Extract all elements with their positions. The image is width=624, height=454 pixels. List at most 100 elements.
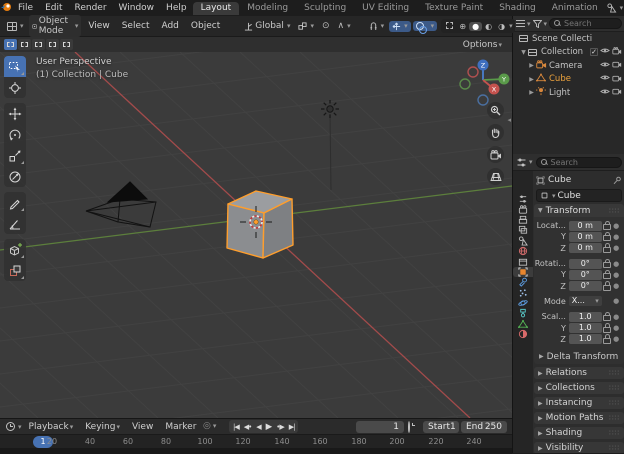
tab-scene[interactable] <box>513 236 533 246</box>
timeline-view-menu[interactable]: View <box>127 422 158 432</box>
disable-render-icon[interactable] <box>611 87 623 98</box>
workspace-tab-modeling[interactable]: Modeling <box>239 2 296 15</box>
scene-selector[interactable]: ▾ Scene × <box>606 2 624 14</box>
relations-panel[interactable]: ▶ Relations ∷∷ <box>534 366 624 380</box>
properties-editor-type-button[interactable]: ▾ <box>516 157 533 168</box>
visibility-panel[interactable]: ▶ Visibility ∷∷ <box>534 441 624 453</box>
workspace-tab-texture-paint[interactable]: Texture Paint <box>417 2 491 15</box>
properties-search[interactable] <box>535 156 622 168</box>
properties-search-input[interactable] <box>550 157 617 167</box>
lock-icon[interactable] <box>602 334 612 344</box>
outliner-row-scene-collection[interactable]: Scene Collecti <box>513 32 624 46</box>
jump-to-end-button[interactable]: ▶| <box>287 423 297 431</box>
menu-file[interactable]: File <box>12 3 39 13</box>
shading-rendered-button[interactable]: ◑ <box>495 22 508 31</box>
blender-logo-icon[interactable] <box>0 2 12 15</box>
menu-view[interactable]: View <box>83 21 114 31</box>
gizmo-axis-y-neg[interactable] <box>459 78 471 90</box>
tab-constraints[interactable] <box>513 308 533 318</box>
shading-wireframe-button[interactable]: ⊕ <box>456 22 469 31</box>
tab-object-data[interactable] <box>513 319 533 329</box>
tab-world[interactable] <box>513 246 533 256</box>
rotation-x-field[interactable]: 0° <box>568 258 602 269</box>
viewport-3d[interactable]: User Perspective (1) Collection | Cube Z… <box>0 52 512 418</box>
panel-drag-handle[interactable]: ∷∷ <box>609 369 620 377</box>
outliner-row-light[interactable]: ▶ Light <box>513 86 624 100</box>
select-mode-invert[interactable] <box>46 39 59 50</box>
tab-collection[interactable] <box>513 256 533 266</box>
select-mode-intersect[interactable] <box>60 39 73 50</box>
hide-eye-icon[interactable] <box>598 88 611 98</box>
keying-menu[interactable]: Keying ▾ <box>80 422 125 432</box>
location-x-field[interactable]: 0 m <box>568 220 602 231</box>
region-collapse-arrow[interactable]: ◂ <box>507 116 511 124</box>
rotation-z-field[interactable]: 0° <box>568 281 602 292</box>
tool-transform[interactable] <box>4 166 26 187</box>
instancing-panel[interactable]: ▶ Instancing ∷∷ <box>534 396 624 410</box>
tab-particles[interactable] <box>513 288 533 298</box>
lock-icon[interactable] <box>602 323 612 333</box>
tab-view-layer[interactable] <box>513 225 533 235</box>
overlays-toggle[interactable]: ▾ <box>412 21 438 34</box>
lock-icon[interactable] <box>602 258 612 269</box>
breadcrumb-object-name[interactable]: Cube <box>548 175 610 185</box>
menu-select[interactable]: Select <box>117 21 155 31</box>
zoom-button[interactable] <box>487 102 504 119</box>
shading-panel[interactable]: ▶ Shading ∷∷ <box>534 426 624 440</box>
tool-rotate[interactable] <box>4 124 26 145</box>
outliner-search[interactable] <box>549 18 622 29</box>
location-z-field[interactable]: 0 m <box>568 243 602 254</box>
menu-add[interactable]: Add <box>156 21 183 31</box>
next-keyframe-button[interactable]: •▶ <box>274 423 286 431</box>
animate-dot[interactable]: ● <box>611 260 621 268</box>
menu-render[interactable]: Render <box>69 3 113 13</box>
options-dropdown[interactable]: Options ▾ <box>463 40 502 50</box>
auto-key-button[interactable]: ◎ ▾ <box>203 421 216 431</box>
timeline-ruler[interactable]: 1 20 40 60 80 100 120 140 160 180 200 22… <box>0 434 512 448</box>
shading-solid-button[interactable]: ● <box>469 21 483 31</box>
tool-cursor[interactable] <box>4 77 26 98</box>
tab-render[interactable] <box>513 204 533 214</box>
workspace-tab-uv-editing[interactable]: UV Editing <box>354 2 417 15</box>
navigation-gizmo[interactable]: Z Y X <box>456 54 510 108</box>
expand-icon[interactable]: ▼ <box>519 49 528 56</box>
timeline-scroll-area[interactable] <box>0 448 512 454</box>
rotation-mode-dropdown[interactable]: X... ▾ <box>568 296 602 307</box>
frame-start-field[interactable]: Start 1 <box>423 420 459 433</box>
animate-dot[interactable]: ● <box>611 282 621 290</box>
animate-dot[interactable]: ● <box>611 297 621 305</box>
location-y-field[interactable]: 0 m <box>568 231 602 242</box>
animate-dot[interactable]: ● <box>611 313 621 321</box>
orthographic-toggle-button[interactable] <box>487 168 504 185</box>
transform-panel-header[interactable]: ▼ Transform ∷∷ <box>534 204 624 217</box>
use-preview-range-icon[interactable] <box>408 421 410 433</box>
tool-add-cube[interactable] <box>4 239 26 260</box>
shading-material-button[interactable]: ◐ <box>482 22 495 31</box>
object-name-value[interactable]: Cube <box>558 191 581 201</box>
collection-checkbox[interactable]: ✓ <box>590 48 598 57</box>
animate-dot[interactable]: ● <box>611 324 621 332</box>
hide-eye-icon[interactable] <box>598 74 611 84</box>
motion-paths-panel[interactable]: ▶ Motion Paths ∷∷ <box>534 411 624 425</box>
shading-dropdown[interactable]: ▾ <box>509 22 513 30</box>
menu-object[interactable]: Object <box>186 21 225 31</box>
marker-menu[interactable]: Marker <box>160 422 201 432</box>
panel-drag-handle[interactable]: ∷∷ <box>609 384 620 392</box>
scale-y-field[interactable]: 1.0 <box>568 323 602 334</box>
proportional-editing-toggle[interactable]: ⊙ <box>319 20 333 32</box>
expand-icon[interactable]: ▶ <box>527 89 536 96</box>
panel-drag-handle[interactable]: ∷∷ <box>609 414 620 422</box>
transform-orientation-dropdown[interactable]: Global ▾ <box>241 20 293 32</box>
menu-window[interactable]: Window <box>113 3 161 13</box>
lock-icon[interactable] <box>602 243 612 253</box>
animate-dot[interactable]: ● <box>611 233 621 241</box>
tab-output[interactable] <box>513 215 533 225</box>
menu-help[interactable]: Help <box>160 3 193 13</box>
disable-render-icon[interactable] <box>611 46 623 58</box>
animate-dot[interactable]: ● <box>611 271 621 279</box>
select-mode-subtract[interactable] <box>32 39 45 50</box>
camera-view-button[interactable] <box>487 146 504 163</box>
tool-scale[interactable] <box>4 145 26 166</box>
jump-to-start-button[interactable]: |◀ <box>231 423 241 431</box>
lock-icon[interactable] <box>602 231 612 242</box>
